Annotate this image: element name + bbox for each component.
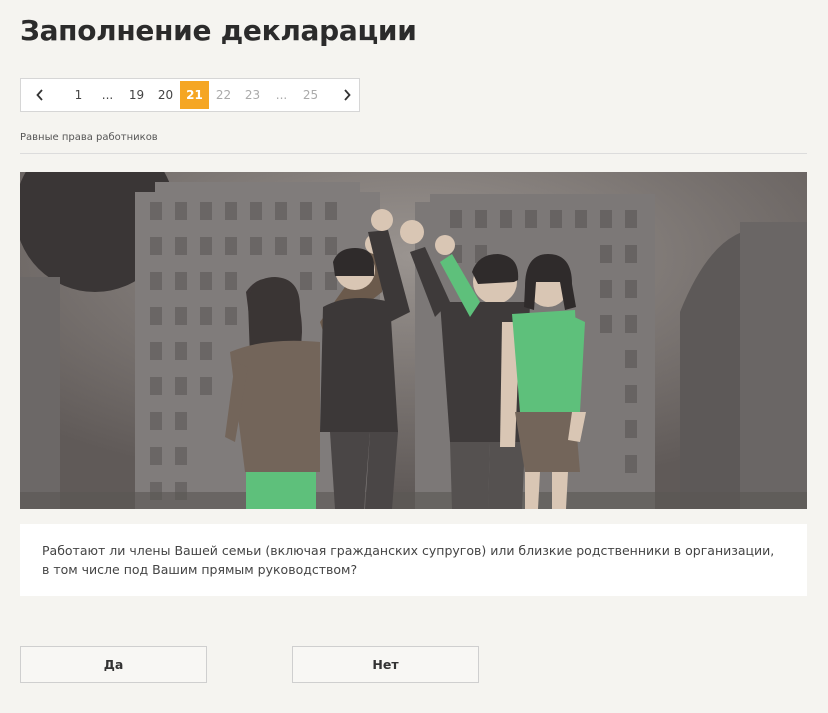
team-high-five-illustration (20, 172, 807, 509)
page-link-1[interactable]: 1 (64, 81, 93, 109)
page-link-25[interactable]: 25 (296, 81, 325, 109)
page-title: Заполнение декларации (20, 14, 417, 47)
question-card: Работают ли члены Вашей семьи (включая г… (20, 524, 807, 596)
no-button[interactable]: Нет (292, 646, 479, 683)
question-text: Работают ли члены Вашей семьи (включая г… (42, 543, 775, 577)
chevron-right-icon (344, 89, 351, 101)
pagination: 1 ... 19 20 21 22 23 ... 25 (20, 78, 360, 112)
page-link-21-current[interactable]: 21 (180, 81, 209, 109)
pagination-next-button[interactable] (331, 81, 363, 109)
section-label: Равные права работников (20, 132, 158, 143)
page-link-19[interactable]: 19 (122, 81, 151, 109)
pagination-prev-button[interactable] (24, 81, 56, 109)
divider (20, 153, 807, 154)
page-link-22[interactable]: 22 (209, 81, 238, 109)
page-link-20[interactable]: 20 (151, 81, 180, 109)
chevron-left-icon (36, 89, 43, 101)
yes-button[interactable]: Да (20, 646, 207, 683)
page-link-23[interactable]: 23 (238, 81, 267, 109)
page-ellipsis: ... (101, 88, 114, 102)
page-ellipsis: ... (275, 88, 288, 102)
